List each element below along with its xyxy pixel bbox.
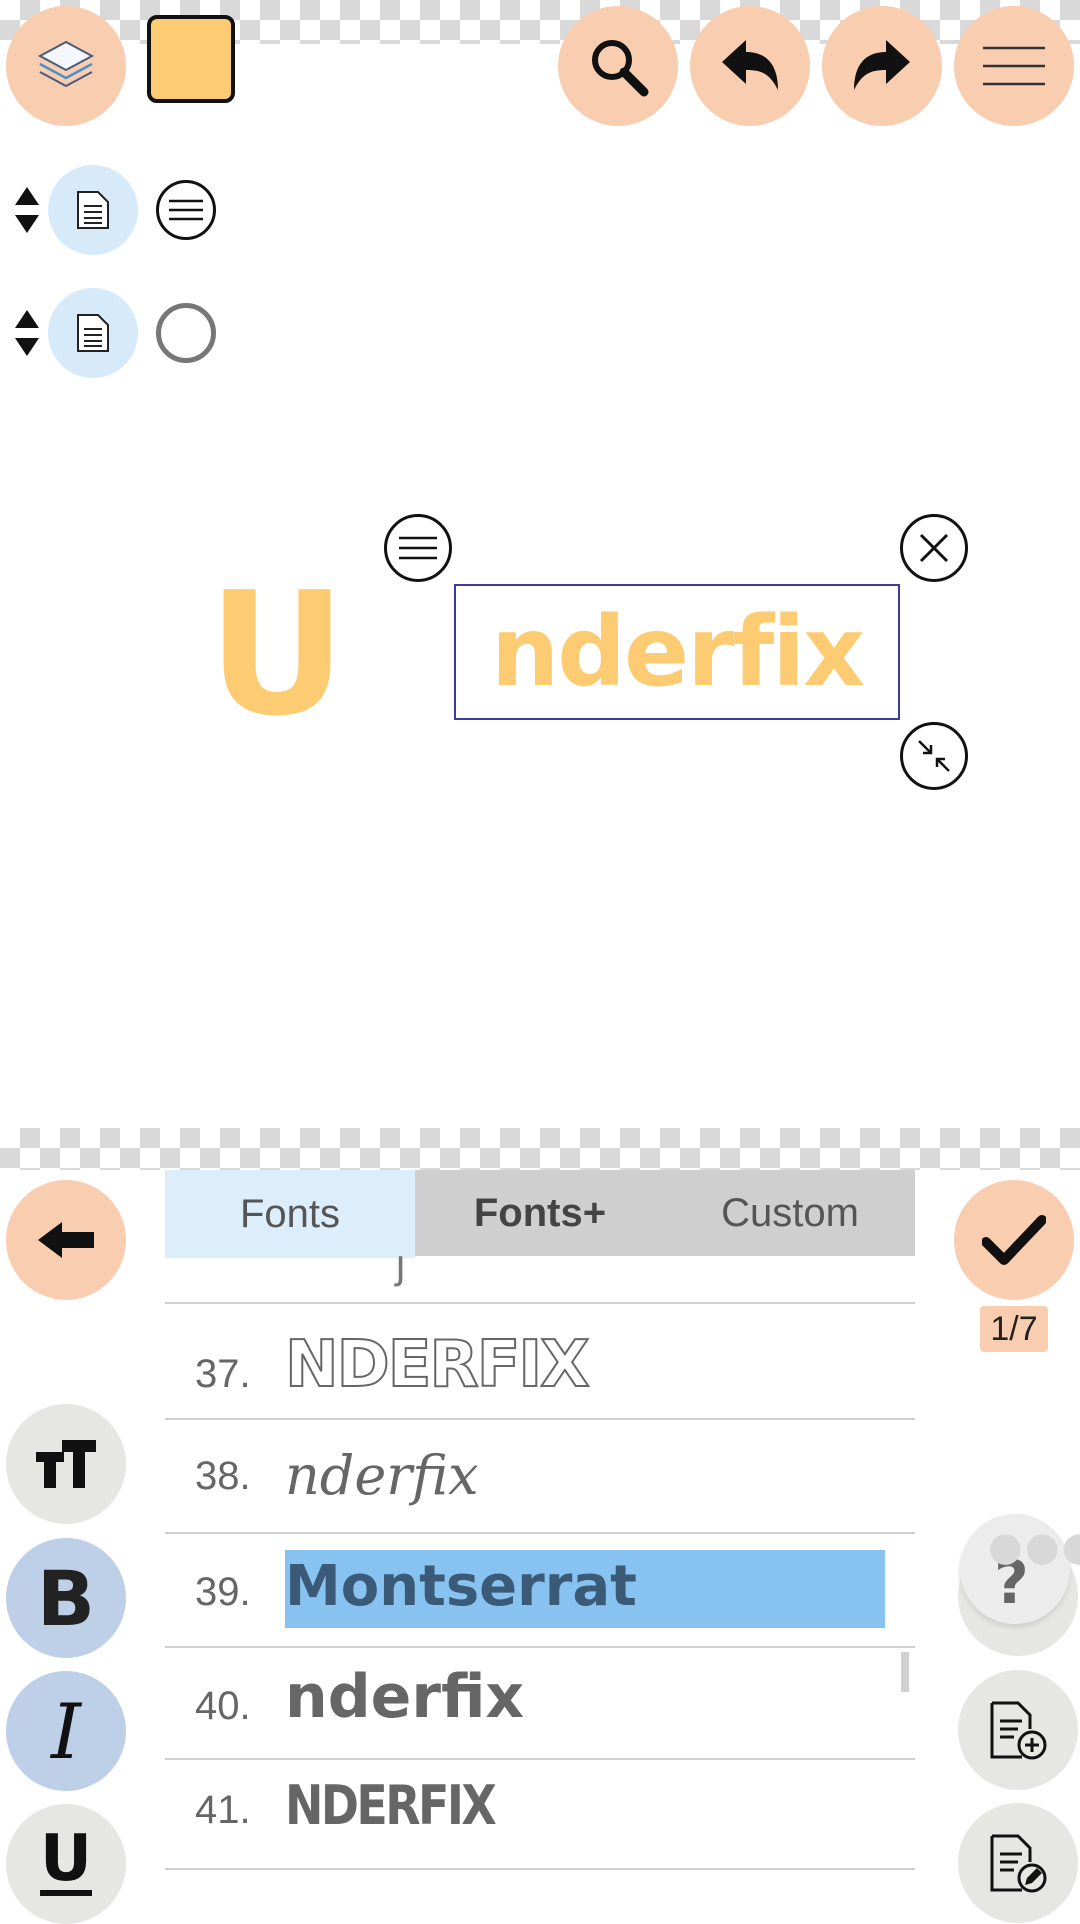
text-size-icon xyxy=(36,1440,96,1488)
back-button[interactable] xyxy=(6,1180,126,1300)
layer-item-2[interactable] xyxy=(48,288,138,378)
document-icon xyxy=(77,314,109,352)
edit-page-button[interactable] xyxy=(958,1803,1078,1923)
color-swatch[interactable] xyxy=(147,15,235,103)
dots-icon: ●●● xyxy=(988,1524,1080,1570)
partial-row-top: ȷ xyxy=(395,1256,407,1288)
list-divider xyxy=(165,1868,915,1870)
redo-icon xyxy=(854,40,910,90)
add-document-icon xyxy=(990,1701,1047,1760)
italic-button[interactable]: I xyxy=(6,1671,126,1791)
add-page-button[interactable] xyxy=(958,1670,1078,1790)
menu-button[interactable] xyxy=(954,6,1074,126)
font-sample: NDERFIX xyxy=(285,1774,497,1837)
selected-text: nderfix xyxy=(490,596,865,708)
text-options-button[interactable] xyxy=(384,514,452,582)
layers-icon xyxy=(37,40,95,88)
document-icon xyxy=(77,191,109,229)
back-arrow-icon xyxy=(38,1222,94,1258)
font-sample: nderfix xyxy=(285,1662,525,1732)
undo-icon xyxy=(722,40,778,90)
text-size-button[interactable] xyxy=(6,1404,126,1524)
font-sample: NDERFIX xyxy=(284,1327,591,1403)
list-item[interactable]: 38. nderfix xyxy=(165,1418,915,1532)
font-number: 37. xyxy=(195,1352,251,1396)
font-sample: nderfix xyxy=(285,1444,479,1507)
checkmark-icon xyxy=(982,1215,1046,1265)
list-item[interactable]: 40. nderfix xyxy=(165,1646,915,1760)
canvas-letter[interactable]: U xyxy=(208,570,346,740)
menu-icon xyxy=(983,46,1045,86)
menu-circle-icon xyxy=(399,536,437,560)
search-button[interactable] xyxy=(558,6,678,126)
font-number: 40. xyxy=(195,1684,251,1728)
layers-button[interactable] xyxy=(6,6,126,126)
font-number: 39. xyxy=(195,1570,251,1614)
confirm-button[interactable] xyxy=(954,1180,1074,1300)
layer-item-1[interactable] xyxy=(48,165,138,255)
list-item[interactable]: 37. NDERFIX xyxy=(165,1302,915,1416)
underline-button[interactable]: U xyxy=(6,1804,126,1924)
tab-fonts-plus[interactable]: Fonts+ xyxy=(415,1170,665,1256)
bold-button[interactable]: B xyxy=(6,1538,126,1658)
font-number: 38. xyxy=(195,1454,251,1498)
list-item[interactable]: 39. Montserrat xyxy=(165,1532,915,1646)
resize-icon xyxy=(918,740,950,772)
font-number: 41. xyxy=(195,1788,251,1832)
undo-button[interactable] xyxy=(690,6,810,126)
resize-text-button[interactable] xyxy=(900,722,968,790)
underline-label: U xyxy=(40,1822,92,1896)
help-button[interactable]: ? ●●● xyxy=(958,1514,1080,1656)
redo-button[interactable] xyxy=(822,6,942,126)
bold-label: B xyxy=(37,1553,95,1643)
layer-reorder-handle[interactable] xyxy=(12,185,42,235)
menu-circle-icon xyxy=(169,199,203,221)
list-item[interactable]: 41. NDERFIX xyxy=(165,1758,915,1870)
italic-label: I xyxy=(50,1686,82,1776)
layer-reorder-handle[interactable] xyxy=(12,308,42,358)
page-indicator: 1/7 xyxy=(980,1306,1048,1352)
tab-fonts[interactable]: Fonts xyxy=(165,1170,415,1258)
scrollbar[interactable] xyxy=(901,1652,909,1692)
canvas-background-bottom xyxy=(0,1128,1080,1170)
edit-document-icon xyxy=(990,1834,1047,1893)
font-sample: Montserrat xyxy=(285,1554,637,1619)
layer-options-button[interactable] xyxy=(156,180,216,240)
circle-icon[interactable] xyxy=(156,303,216,363)
tab-custom[interactable]: Custom xyxy=(665,1170,915,1256)
search-icon xyxy=(592,40,649,97)
selected-text-box[interactable]: nderfix xyxy=(454,584,900,720)
delete-text-button[interactable] xyxy=(900,514,968,582)
close-icon xyxy=(919,533,949,563)
